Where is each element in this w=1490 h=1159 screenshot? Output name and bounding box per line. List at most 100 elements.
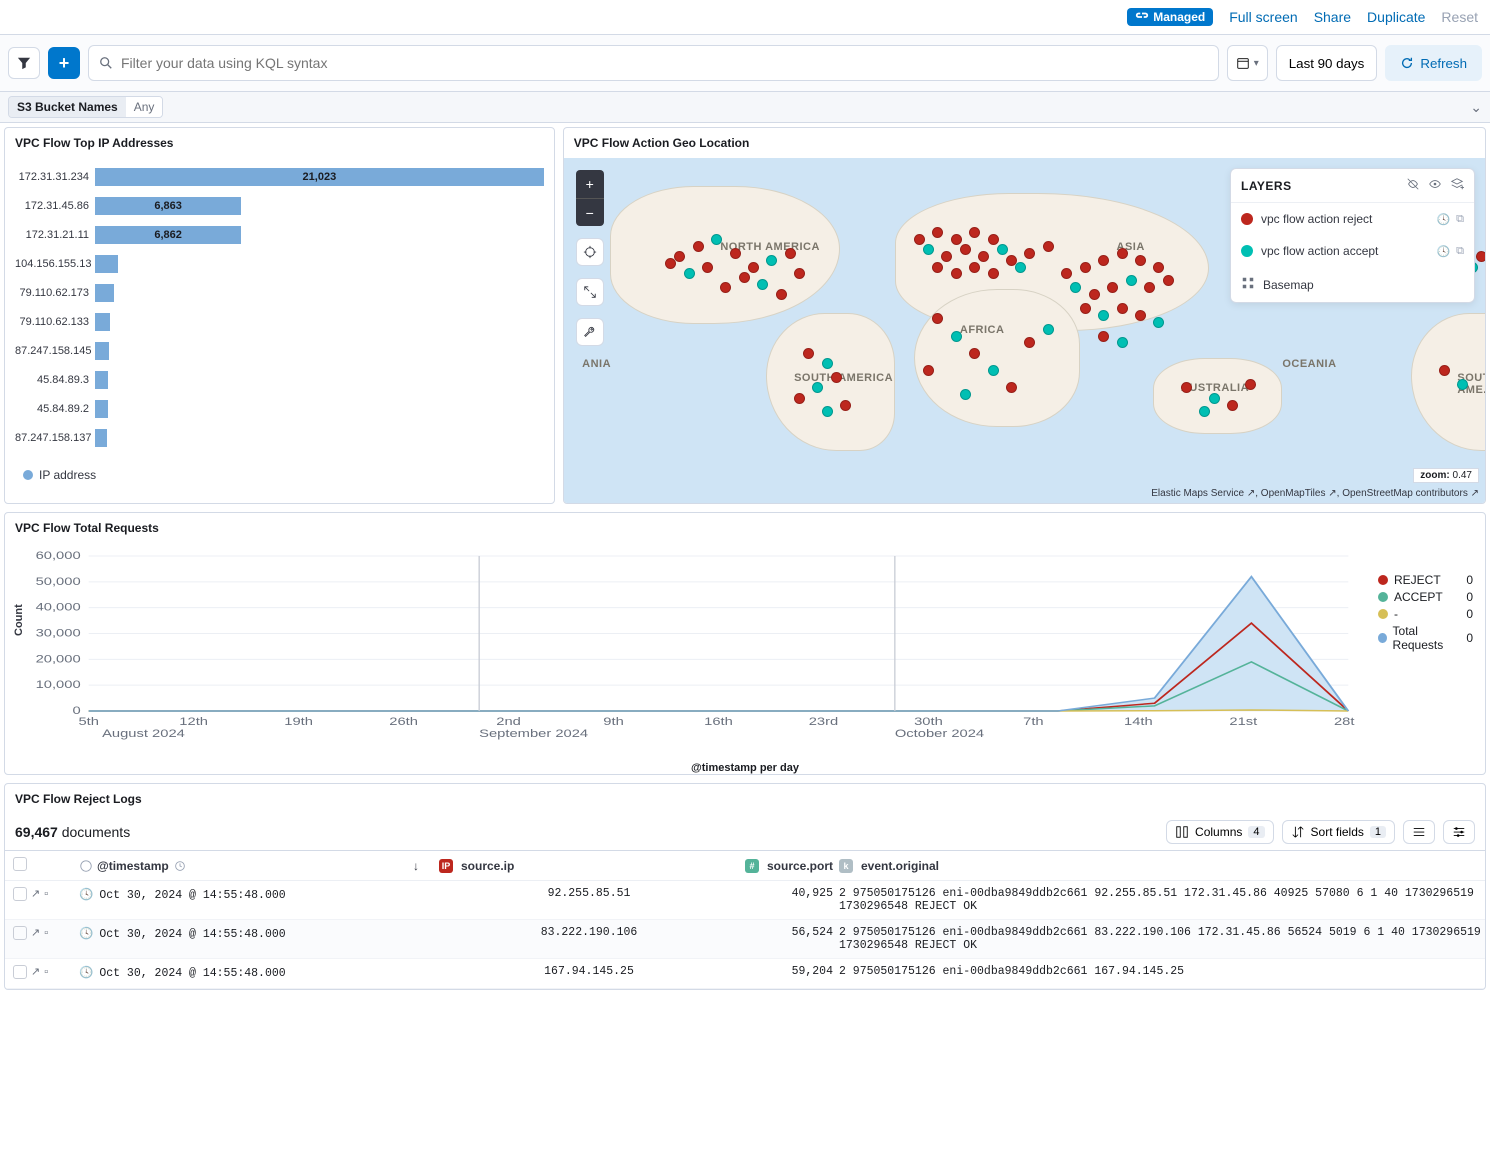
sort-fields-button[interactable]: Sort fields1 — [1282, 820, 1395, 844]
wrench-icon — [583, 325, 597, 339]
copy-icon: ⧉ — [1456, 245, 1464, 258]
columns-button[interactable]: Columns4 — [1166, 820, 1273, 844]
add-layer-icon[interactable] — [1450, 177, 1464, 194]
omt-link[interactable]: OpenMapTiles ↗ — [1261, 488, 1337, 499]
eye-icon[interactable] — [1428, 177, 1442, 194]
map-canvas[interactable]: + − LAYERS — [564, 158, 1485, 503]
osm-link[interactable]: OpenStreetMap contributors ↗ — [1342, 488, 1479, 499]
geo-point — [1098, 255, 1109, 266]
table-row[interactable]: ↗ ▫ 🕓Oct 30, 2024 @ 14:55:48.000 83.222.… — [5, 920, 1485, 959]
layer-row[interactable]: vpc flow action reject 🕓⧉ — [1231, 203, 1474, 235]
table-row[interactable]: ↗ ▫ 🕓Oct 30, 2024 @ 14:55:48.000 92.255.… — [5, 881, 1485, 920]
svg-text:October 2024: October 2024 — [895, 727, 984, 740]
bar-row[interactable]: 45.84.89.2 — [15, 394, 544, 423]
add-filter-button[interactable]: + — [48, 47, 80, 79]
columns-icon — [1175, 825, 1189, 839]
more-icon[interactable]: ▫ — [44, 888, 48, 900]
geo-point — [1153, 262, 1164, 273]
time-range-button[interactable]: Last 90 days — [1276, 45, 1378, 81]
cell-event-original: 2 975050175126 eni-00dba9849ddb2c661 92.… — [839, 887, 1485, 913]
geo-point — [1098, 310, 1109, 321]
fullscreen-table-button[interactable] — [1443, 820, 1475, 844]
bar-row[interactable]: 104.156.155.13 — [15, 249, 544, 278]
cell-event-original: 2 975050175126 eni-00dba9849ddb2c661 83.… — [839, 926, 1485, 952]
date-picker-button[interactable]: ▾ — [1227, 45, 1268, 81]
layer-dot — [1241, 245, 1253, 257]
legend-row[interactable]: ACCEPT0 — [1378, 590, 1473, 604]
col-event-original[interactable]: kevent.original — [839, 859, 1485, 873]
filter-toggle-button[interactable] — [8, 47, 40, 79]
svg-text:50,000: 50,000 — [36, 575, 81, 588]
grid-icon — [1241, 276, 1255, 293]
geo-point — [794, 393, 805, 404]
zoom-in-button[interactable]: + — [576, 170, 604, 198]
fit-bounds-button[interactable] — [576, 238, 604, 266]
col-source-ip[interactable]: IPsource.ip — [439, 859, 739, 873]
bar-row[interactable]: 79.110.62.173 — [15, 278, 544, 307]
legend-row[interactable]: Total Requests0 — [1378, 624, 1473, 652]
expand-icon[interactable]: ↗ — [31, 926, 40, 939]
cell-source-port: 59,204 — [739, 965, 839, 978]
geo-point — [914, 234, 925, 245]
geo-point — [1117, 248, 1128, 259]
map-controls: + − — [576, 170, 604, 346]
geo-point — [1227, 400, 1238, 411]
density-button[interactable] — [1403, 820, 1435, 844]
table-row[interactable]: ↗ ▫ 🕓Oct 30, 2024 @ 14:55:48.000 167.94.… — [5, 959, 1485, 989]
select-all-checkbox[interactable] — [13, 857, 27, 871]
panel-title: VPC Flow Total Requests — [5, 513, 1485, 543]
bar-row[interactable]: 172.31.21.11 6,862 — [15, 220, 544, 249]
fullscreen-link[interactable]: Full screen — [1229, 9, 1297, 25]
kql-search[interactable] — [88, 45, 1219, 81]
ems-link[interactable]: Elastic Maps Service ↗ — [1151, 488, 1255, 499]
geo-point — [1015, 262, 1026, 273]
sort-icon — [1291, 825, 1305, 839]
bar-row[interactable]: 172.31.45.86 6,863 — [15, 191, 544, 220]
svg-text:19th: 19th — [284, 715, 313, 728]
legend-row[interactable]: REJECT0 — [1378, 573, 1473, 587]
zoom-out-button[interactable]: − — [576, 198, 604, 226]
chevron-down-icon: ▾ — [1254, 58, 1259, 69]
expand-icon[interactable]: ↗ — [31, 887, 40, 900]
bar-row[interactable]: 79.110.62.133 — [15, 307, 544, 336]
dashboard-topbar: Managed Full screen Share Duplicate Rese… — [0, 0, 1490, 35]
legend-row[interactable]: -0 — [1378, 607, 1473, 621]
col-source-port[interactable]: #source.port — [739, 859, 839, 873]
tools-button[interactable] — [576, 318, 604, 346]
expand-icon[interactable]: ↗ — [31, 965, 40, 978]
map-attribution: Elastic Maps Service ↗, OpenMapTiles ↗, … — [1151, 488, 1479, 499]
duplicate-link[interactable]: Duplicate — [1367, 9, 1425, 25]
layer-row[interactable]: vpc flow action accept 🕓⧉ — [1231, 235, 1474, 267]
bar-label: 87.247.158.137 — [15, 432, 95, 444]
refresh-button[interactable]: Refresh — [1385, 45, 1482, 81]
bar-row[interactable]: 45.84.89.3 — [15, 365, 544, 394]
cell-event-original: 2 975050175126 eni-00dba9849ddb2c661 167… — [839, 965, 1485, 978]
col-timestamp[interactable]: @timestamp ↓ — [79, 859, 439, 873]
bar-label: 45.84.89.3 — [15, 374, 95, 386]
top-ip-barlist: 172.31.31.234 21,023172.31.45.86 6,86317… — [5, 158, 554, 462]
more-icon[interactable]: ▫ — [44, 966, 48, 978]
line-chart-svg: 010,00020,00030,00040,00050,00060,0005th… — [15, 551, 1355, 741]
more-icon[interactable]: ▫ — [44, 927, 48, 939]
geo-point — [1126, 275, 1137, 286]
row-checkbox[interactable] — [13, 887, 27, 901]
eye-off-icon[interactable] — [1406, 177, 1420, 194]
expand-map-button[interactable] — [576, 278, 604, 306]
row-checkbox[interactable] — [13, 965, 27, 979]
kql-input[interactable] — [121, 55, 1208, 71]
svg-text:21st: 21st — [1229, 715, 1257, 728]
geo-point — [1135, 310, 1146, 321]
filter-pill-s3[interactable]: S3 Bucket Names Any — [8, 96, 163, 118]
filter-collapse-toggle[interactable]: ⌄ — [1470, 99, 1482, 116]
geo-point — [1209, 393, 1220, 404]
geo-point — [766, 255, 777, 266]
svg-text:2nd: 2nd — [496, 715, 521, 728]
bar-row[interactable]: 87.247.158.145 — [15, 336, 544, 365]
geo-point — [730, 248, 741, 259]
row-checkbox[interactable] — [13, 926, 27, 940]
bar-row[interactable]: 172.31.31.234 21,023 — [15, 162, 544, 191]
bar-row[interactable]: 87.247.158.137 — [15, 423, 544, 452]
share-link[interactable]: Share — [1314, 9, 1351, 25]
layer-basemap[interactable]: Basemap — [1231, 267, 1474, 302]
expand-icon — [583, 285, 597, 299]
